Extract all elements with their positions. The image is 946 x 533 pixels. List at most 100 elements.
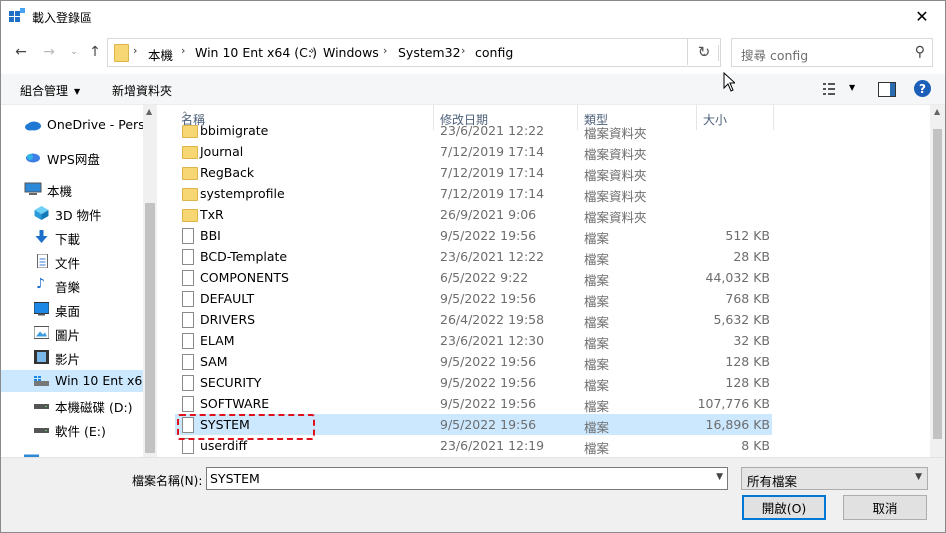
nav-item-3d-objects[interactable]: 3D 物件	[1, 202, 143, 224]
help-icon[interactable]: ?	[914, 80, 931, 97]
open-button[interactable]: 開啟(O)	[742, 495, 826, 520]
file-row[interactable]: bbimigrate 23/6/2021 12:22 檔案資料夾	[175, 120, 772, 141]
nav-item-network[interactable]: 網路	[1, 450, 143, 457]
folder-icon	[182, 125, 198, 138]
breadcrumb-this-pc[interactable]: 本機	[148, 45, 173, 64]
file-type: 檔案	[584, 252, 610, 267]
forward-button[interactable]: →	[38, 41, 60, 63]
drive-icon	[34, 376, 49, 386]
folder-icon	[182, 209, 198, 222]
preview-pane-icon[interactable]	[878, 82, 896, 97]
file-row[interactable]: SECURITY 9/5/2022 19:56 檔案 128 KB	[175, 372, 772, 393]
file-date: 9/5/2022 19:56	[440, 396, 537, 411]
nav-item-desktop[interactable]: 桌面	[1, 298, 143, 320]
up-button[interactable]: ↑	[84, 41, 106, 63]
file-row[interactable]: DEFAULT 9/5/2022 19:56 檔案 768 KB	[175, 288, 772, 309]
file-type-filter-select[interactable]: 所有檔案 ▼	[741, 467, 928, 490]
file-row[interactable]: BBI 9/5/2022 19:56 檔案 512 KB	[175, 225, 772, 246]
nav-item-onedrive[interactable]: OneDrive - Perso	[1, 114, 152, 136]
nav-item-wps-cloud[interactable]: WPS网盘	[1, 146, 143, 168]
file-row[interactable]: Journal 7/12/2019 17:14 檔案資料夾	[175, 141, 772, 162]
recent-locations-button[interactable]: ⌄	[63, 41, 85, 63]
file-row[interactable]: SAM 9/5/2022 19:56 檔案 128 KB	[175, 351, 772, 372]
file-date: 26/4/2022 19:58	[440, 312, 545, 327]
window-title: 載入登錄區	[32, 11, 93, 25]
file-date: 23/6/2021 12:22	[440, 249, 545, 264]
file-name: DRIVERS	[200, 312, 256, 327]
arrow-up-icon: ↑	[89, 44, 101, 60]
close-button[interactable]: ✕	[899, 1, 945, 32]
chevron-down-icon[interactable]: ▼	[716, 472, 723, 482]
nav-label: Win 10 Ent x64	[55, 373, 151, 388]
file-row[interactable]: ELAM 23/6/2021 12:30 檔案 32 KB	[175, 330, 772, 351]
file-size: 28 KB	[733, 249, 770, 264]
file-row[interactable]: DRIVERS 26/4/2022 19:58 檔案 5,632 KB	[175, 309, 772, 330]
file-list-scroll-thumb[interactable]	[933, 129, 942, 439]
file-icon	[182, 270, 194, 286]
file-date: 9/5/2022 19:56	[440, 375, 537, 390]
view-options-icon[interactable]	[823, 83, 841, 95]
nav-item-music[interactable]: ♪ 音樂	[1, 274, 143, 296]
search-icon: ⚲	[914, 44, 925, 60]
file-row[interactable]: RegBack 7/12/2019 17:14 檔案資料夾	[175, 162, 772, 183]
computer-icon	[24, 182, 42, 195]
file-name: TxR	[200, 207, 224, 222]
search-placeholder: 搜尋 config	[741, 48, 809, 63]
nav-scrollbar[interactable]: ▲	[143, 105, 157, 457]
nav-item-drive-d[interactable]: 本機磁碟 (D:)	[1, 394, 143, 416]
search-box[interactable]: 搜尋 config ⚲	[731, 38, 933, 67]
nav-item-drive-c[interactable]: Win 10 Ent x64	[1, 370, 150, 392]
breadcrumb-system32[interactable]: System32	[398, 45, 461, 60]
file-type-filter-value: 所有檔案	[747, 474, 798, 489]
filename-combobox[interactable]: ▼	[206, 467, 728, 490]
nav-label: WPS网盘	[47, 152, 100, 167]
3d-objects-icon	[34, 206, 49, 220]
nav-item-drive-e[interactable]: 軟件 (E:)	[1, 418, 143, 440]
scroll-up-icon[interactable]: ▲	[934, 107, 940, 116]
file-row[interactable]: SOFTWARE 9/5/2022 19:56 檔案 107,776 KB	[175, 393, 772, 414]
file-name: SAM	[200, 354, 228, 369]
address-bar[interactable]: › 本機 › Win 10 Ent x64 (C:) › Windows › S…	[107, 38, 721, 67]
nav-item-pictures[interactable]: 圖片	[1, 322, 143, 344]
file-list-scrollbar[interactable]: ▲	[930, 105, 945, 457]
file-row[interactable]: BCD-Template 23/6/2021 12:22 檔案 28 KB	[175, 246, 772, 267]
cancel-button[interactable]: 取消	[843, 495, 927, 520]
nav-item-downloads[interactable]: 下載	[1, 226, 143, 248]
file-date: 23/6/2021 12:22	[440, 123, 545, 138]
filename-input[interactable]	[210, 470, 700, 486]
breadcrumb-drive-c[interactable]: Win 10 Ent x64 (C:)	[195, 45, 317, 60]
file-row[interactable]: systemprofile 7/12/2019 17:14 檔案資料夾	[175, 183, 772, 204]
breadcrumb-config[interactable]: config	[475, 45, 513, 60]
chevron-right-icon: ›	[310, 44, 315, 57]
file-row[interactable]: COMPONENTS 6/5/2022 9:22 檔案 44,032 KB	[175, 267, 772, 288]
file-date: 23/6/2021 12:19	[440, 438, 545, 453]
selection-highlight-annotation	[177, 414, 315, 440]
file-date: 9/5/2022 19:56	[440, 417, 537, 432]
nav-label: 3D 物件	[55, 208, 102, 223]
file-name: RegBack	[200, 165, 255, 180]
caret-down-icon[interactable]: ▼	[849, 83, 855, 92]
file-name: userdiff	[200, 438, 248, 453]
nav-scroll-thumb[interactable]	[145, 203, 155, 453]
file-type: 檔案	[584, 273, 610, 288]
file-name: systemprofile	[200, 186, 285, 201]
scroll-up-icon[interactable]: ▲	[146, 107, 152, 116]
nav-item-documents[interactable]: 文件	[1, 250, 143, 272]
back-button[interactable]: ←	[10, 41, 32, 63]
file-row[interactable]: TxR 26/9/2021 9:06 檔案資料夾	[175, 204, 772, 225]
nav-item-this-pc[interactable]: 本機	[1, 178, 143, 200]
download-icon	[35, 230, 48, 243]
file-date: 7/12/2019 17:14	[440, 165, 545, 180]
new-folder-button[interactable]: 新增資料夾	[112, 82, 172, 99]
arrow-right-icon: →	[43, 44, 55, 60]
organize-menu[interactable]: 組合管理 ▼	[20, 82, 80, 99]
file-type: 檔案	[584, 378, 610, 393]
nav-item-videos[interactable]: 影片	[1, 346, 143, 368]
file-size: 128 KB	[725, 354, 770, 369]
breadcrumb-windows[interactable]: Windows	[323, 45, 379, 60]
file-size: 8 KB	[741, 438, 770, 453]
refresh-button[interactable]: ↻	[687, 38, 720, 65]
close-icon: ✕	[915, 7, 929, 26]
file-name: SOFTWARE	[200, 396, 270, 411]
drive-icon	[34, 428, 49, 433]
